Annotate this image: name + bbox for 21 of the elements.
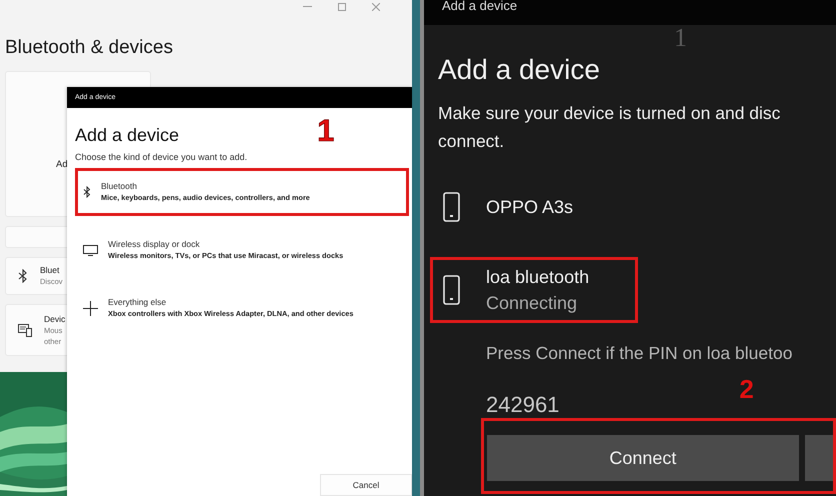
option-title: Bluetooth xyxy=(101,181,138,192)
option-title: Everything else xyxy=(108,297,168,308)
instruction-text: connect. xyxy=(438,130,506,153)
dialog-heading: Add a device xyxy=(75,125,180,146)
pin-code: 242961 xyxy=(486,392,560,418)
card-title: Devic xyxy=(44,314,66,324)
pin-prompt: Press Connect if the PIN on loa bluetoo xyxy=(486,343,794,364)
instruction-text: Make sure your device is turned on and disc xyxy=(438,102,782,125)
device-name: loa bluetooth xyxy=(486,266,590,289)
dialog-title: Add a device xyxy=(442,0,518,13)
dialog-heading: Add a device xyxy=(438,53,601,87)
device-status: Connecting xyxy=(486,292,578,315)
page-title: Bluetooth & devices xyxy=(5,37,174,59)
step-number: 2 xyxy=(739,376,754,402)
option-title: Wireless display or dock xyxy=(108,239,201,250)
device-name: OPPO A3s xyxy=(486,196,574,219)
instruction-text: Choose the kind of device you want to add. xyxy=(75,152,248,162)
card-title: Bluet xyxy=(40,265,60,276)
card-title: Ad xyxy=(56,159,68,170)
step-number: 1 xyxy=(674,25,687,51)
step-number: 1 xyxy=(317,116,334,146)
